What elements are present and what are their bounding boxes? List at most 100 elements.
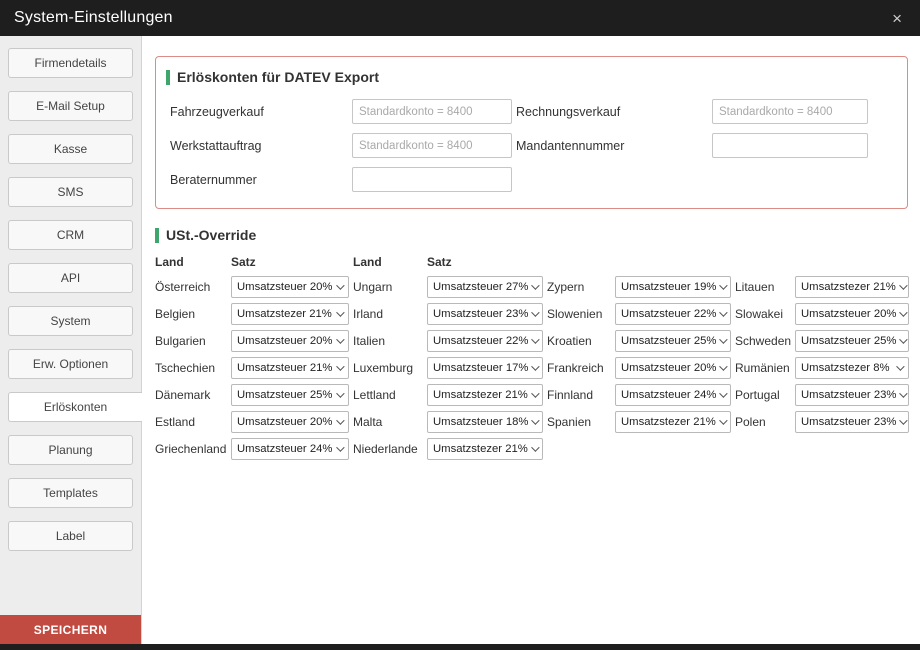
vat-rate-select[interactable]: Umsatzsteuer 27% — [427, 276, 543, 298]
vat-row: EstlandUmsatzsteuer 20%MaltaUmsatzsteuer… — [155, 411, 912, 433]
chevron-down-icon — [336, 335, 344, 343]
sidebar-item-label[interactable]: Label — [8, 521, 133, 551]
section-accent-bar — [166, 70, 170, 85]
sidebar-item-api[interactable]: API — [8, 263, 133, 293]
vat-rate-select[interactable]: Umsatzsteuer 20% — [615, 357, 731, 379]
chevron-down-icon — [900, 335, 908, 343]
country-label: Schweden — [735, 330, 791, 352]
vat-rate-select[interactable]: Umsatzsteuer 24% — [231, 438, 349, 460]
vat-rate-value: Umsatzsteuer 24% — [621, 389, 716, 401]
vat-rate-select[interactable]: Umsatzsteuer 25% — [231, 384, 349, 406]
vat-rate-select[interactable]: Umsatzsteuer 20% — [231, 276, 349, 298]
vat-rate-select[interactable]: Umsatzstezer 21% — [795, 276, 909, 298]
vat-rate-select[interactable]: Umsatzsteuer 23% — [427, 303, 543, 325]
country-label: Estland — [155, 411, 227, 433]
vat-rate-select[interactable]: Umsatzsteuer 23% — [795, 384, 909, 406]
vat-rate-select[interactable]: Umsatzsteuer 18% — [427, 411, 543, 433]
vat-rate-select[interactable]: Umsatzstezer 21% — [427, 384, 543, 406]
vat-rate-select[interactable]: Umsatzsteuer 23% — [795, 411, 909, 433]
vat-rate-value: Umsatzsteuer 25% — [621, 335, 716, 347]
chevron-down-icon — [336, 281, 344, 289]
chevron-down-icon — [720, 308, 728, 316]
sidebar-item-e-mail-setup[interactable]: E-Mail Setup — [8, 91, 133, 121]
vat-row: GriechenlandUmsatzsteuer 24%NiederlandeU… — [155, 438, 912, 460]
sidebar-item-firmendetails[interactable]: Firmendetails — [8, 48, 133, 78]
mandantennummer-input[interactable] — [712, 133, 868, 158]
vat-rate-value: Umsatzsteuer 25% — [801, 335, 896, 347]
speichern-button[interactable]: SPEICHERN — [0, 615, 141, 644]
chevron-down-icon — [532, 335, 540, 343]
vat-rate-select[interactable]: Umsatzsteuer 20% — [795, 303, 909, 325]
chevron-down-icon — [720, 281, 728, 289]
vat-rate-value: Umsatzstezer 21% — [801, 281, 896, 293]
vat-table-header: LandSatzLandSatz — [155, 255, 912, 269]
country-label: Ungarn — [353, 276, 423, 298]
country-label: Spanien — [547, 411, 611, 433]
sidebar-item-planung[interactable]: Planung — [8, 435, 133, 465]
country-label: Lettland — [353, 384, 423, 406]
vat-rate-select[interactable]: Umsatzsteuer 20% — [231, 330, 349, 352]
vat-row: BulgarienUmsatzsteuer 20%ItalienUmsatzst… — [155, 330, 912, 352]
vat-rate-value: Umsatzsteuer 23% — [433, 308, 528, 320]
datev-section-title: Erlöskonten für DATEV Export — [177, 69, 379, 85]
vat-rate-select[interactable]: Umsatzsteuer 25% — [795, 330, 909, 352]
chevron-down-icon — [336, 389, 344, 397]
chevron-down-icon — [336, 362, 344, 370]
vat-rate-value: Umsatzstezer 21% — [433, 389, 528, 401]
window-titlebar: System-Einstellungen × — [0, 0, 920, 36]
column-header-satz: Satz — [231, 255, 349, 269]
vat-section-title-row: USt.-Override — [155, 227, 912, 243]
vat-rate-select[interactable]: Umsatzstezer 21% — [615, 411, 731, 433]
sidebar-item-system[interactable]: System — [8, 306, 133, 336]
chevron-down-icon — [900, 308, 908, 316]
country-label: Polen — [735, 411, 791, 433]
sidebar-item-erw-optionen[interactable]: Erw. Optionen — [8, 349, 133, 379]
chevron-down-icon — [336, 308, 344, 316]
column-header-land: Land — [155, 255, 227, 269]
vat-rate-select[interactable]: Umsatzsteuer 19% — [615, 276, 731, 298]
vat-rate-select[interactable]: Umsatzstezer 21% — [427, 438, 543, 460]
vat-rate-value: Umsatzsteuer 24% — [237, 443, 332, 455]
close-button[interactable]: × — [888, 8, 906, 29]
country-label: Luxemburg — [353, 357, 423, 379]
sidebar-item-sms[interactable]: SMS — [8, 177, 133, 207]
vat-row: DänemarkUmsatzsteuer 25%LettlandUmsatzst… — [155, 384, 912, 406]
country-label: Rumänien — [735, 357, 791, 379]
column-header-land: Land — [353, 255, 423, 269]
vat-rate-select[interactable]: Umsatzsteuer 22% — [427, 330, 543, 352]
vat-rate-select[interactable]: Umsatzsteuer 21% — [231, 357, 349, 379]
beraternummer-input[interactable] — [352, 167, 512, 192]
chevron-down-icon — [899, 281, 907, 289]
country-label: Zypern — [547, 276, 611, 298]
vat-rate-select[interactable]: Umsatzsteuer 17% — [427, 357, 543, 379]
fahrzeugverkauf-input[interactable] — [352, 99, 512, 124]
sidebar-item-erlöskonten[interactable]: Erlöskonten — [8, 392, 142, 422]
country-label: Kroatien — [547, 330, 611, 352]
vat-rate-select[interactable]: Umsatzsteuer 22% — [615, 303, 731, 325]
country-label: Tschechien — [155, 357, 227, 379]
chevron-down-icon — [720, 335, 728, 343]
vat-rate-select[interactable]: Umsatzsteuer 25% — [615, 330, 731, 352]
rechnungsverkauf-input[interactable] — [712, 99, 868, 124]
vat-rate-select[interactable]: Umsatzsteuer 24% — [615, 384, 731, 406]
chevron-down-icon — [719, 416, 727, 424]
chevron-down-icon — [532, 308, 540, 316]
chevron-down-icon — [720, 389, 728, 397]
chevron-down-icon — [720, 362, 728, 370]
country-label: Irland — [353, 303, 423, 325]
country-label: Belgien — [155, 303, 227, 325]
werkstattauftrag-input[interactable] — [352, 133, 512, 158]
vat-rate-value: Umsatzsteuer 27% — [433, 281, 528, 293]
vat-row: BelgienUmsatzstezer 21%Irland Umsatzsteue… — [155, 303, 912, 325]
vat-rate-select[interactable]: Umsatzstezer 8% — [795, 357, 909, 379]
sidebar-item-crm[interactable]: CRM — [8, 220, 133, 250]
vat-rate-value: Umsatzsteuer 18% — [433, 416, 528, 428]
datev-export-section: Erlöskonten für DATEV Export Fahrzeugver… — [155, 56, 908, 209]
sidebar-item-templates[interactable]: Templates — [8, 478, 133, 508]
country-label: Italien — [353, 330, 423, 352]
vat-rate-value: Umsatzsteuer 19% — [621, 281, 716, 293]
vat-rate-select[interactable]: Umsatzstezer 21% — [231, 303, 349, 325]
vat-rate-select[interactable]: Umsatzsteuer 20% — [231, 411, 349, 433]
chevron-down-icon — [532, 362, 540, 370]
sidebar-item-kasse[interactable]: Kasse — [8, 134, 133, 164]
